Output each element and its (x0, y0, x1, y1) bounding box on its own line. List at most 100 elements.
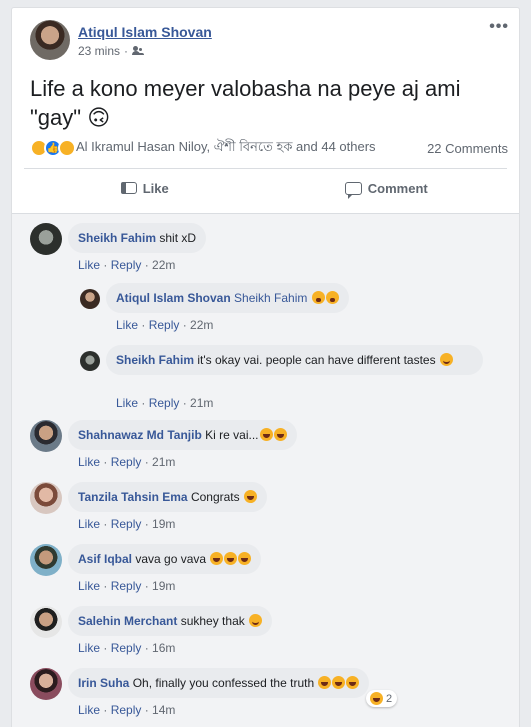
comment-bubble: Sheikh Fahim shit xD (68, 223, 207, 253)
thumbs-up-icon (120, 182, 137, 194)
like-button-label: Like (142, 180, 169, 196)
rofl-emoji-icon (238, 552, 252, 565)
replier-avatar[interactable] (80, 351, 100, 371)
comment-like-link[interactable]: Like (78, 579, 100, 593)
rofl-emoji-icon (224, 552, 238, 565)
comment-button[interactable]: Comment (266, 169, 508, 207)
comments-count-link[interactable]: 22 Comments (427, 141, 508, 156)
laughing-emoji-icon (332, 676, 346, 689)
comment-actions: Like · Reply · 19m (78, 579, 176, 593)
comment-like-link[interactable]: Like (78, 703, 100, 717)
comment-bubble: Sheikh Fahim it's okay vai. people can h… (106, 345, 483, 375)
comments-section: Sheikh Fahim shit xD Like · Reply · 22m … (12, 213, 519, 727)
comment-reply-link[interactable]: Reply (149, 396, 180, 410)
post-options-button[interactable]: ••• (489, 18, 509, 36)
comment-reply-link[interactable]: Reply (111, 258, 142, 272)
commenter-name[interactable]: Tanzila Tahsin Ema (78, 490, 188, 504)
comment-text: Ki re vai... (205, 428, 259, 442)
comment-like-link[interactable]: Like (78, 258, 100, 272)
commenter-avatar[interactable] (30, 668, 62, 700)
comment-bubble: Asif Iqbal vava go vava (68, 544, 262, 574)
commenter-name[interactable]: Asif Iqbal (78, 552, 132, 566)
comment-actions: Like · Reply · 19m (78, 517, 176, 531)
comment-like-link[interactable]: Like (116, 396, 138, 410)
laughing-emoji-icon (318, 676, 332, 689)
comment-bubble: Tanzila Tahsin Ema Congrats (68, 482, 267, 512)
reactions-summary[interactable]: 👍 Al Ikramul Hasan Niloy, ঐশী বিনতে হক a… (30, 138, 508, 158)
commenter-avatar[interactable] (30, 544, 62, 576)
commenter-name[interactable]: Sheikh Fahim (116, 353, 194, 367)
commenter-name[interactable]: Salehin Merchant (78, 614, 177, 628)
comment-time[interactable]: 21m (190, 396, 213, 410)
comment-time[interactable]: 21m (152, 455, 175, 469)
comment-actions: Like · Reply · 16m (78, 641, 176, 655)
comment-actions: Like · Reply · 14m (78, 703, 176, 717)
comment-reply-link[interactable]: Reply (111, 641, 142, 655)
replier-avatar[interactable] (80, 289, 100, 309)
comment-reaction-badge[interactable]: 2 (366, 690, 398, 707)
comment-actions: Like · Reply · 21m (116, 396, 214, 410)
post-card: Atiqul Islam Shovan 23 mins · ••• Life a… (11, 7, 520, 727)
commenter-avatar[interactable] (30, 223, 62, 255)
crying-emoji-icon (325, 291, 339, 304)
laughing-emoji-icon (370, 692, 383, 705)
comment-actions: Like · Reply · 21m (78, 455, 176, 469)
meta-separator: · (124, 44, 129, 58)
comment-text: vava go vava (135, 552, 207, 566)
comment-text: it's okay vai. people can have different… (197, 353, 436, 367)
laughing-emoji-icon (346, 676, 360, 689)
comment-like-link[interactable]: Like (116, 318, 138, 332)
comment-like-link[interactable]: Like (78, 517, 100, 531)
commenter-name[interactable]: Atiqul Islam Shovan (116, 291, 231, 305)
post-time[interactable]: 23 mins (78, 44, 120, 58)
comment-reply-link[interactable]: Reply (111, 517, 142, 531)
comment-bubble: Shahnawaz Md Tanjib Ki re vai... (68, 420, 297, 450)
laughing-emoji-icon (259, 428, 273, 441)
comment-reply-link[interactable]: Reply (111, 703, 142, 717)
comment-reply-link[interactable]: Reply (111, 455, 142, 469)
like-button[interactable]: Like (24, 169, 266, 207)
commenter-avatar[interactable] (30, 420, 62, 452)
laughing-emoji-icon (273, 428, 287, 441)
comment-like-link[interactable]: Like (78, 641, 100, 655)
comment-text: Oh, finally you confessed the truth (132, 676, 315, 690)
comment-actions: Like · Reply · 22m (116, 318, 214, 332)
rofl-emoji-icon (210, 552, 224, 565)
commenter-name[interactable]: Sheikh Fahim (78, 231, 156, 245)
commenter-name[interactable]: Shahnawaz Md Tanjib (78, 428, 202, 442)
mention-link[interactable]: Sheikh Fahim (234, 291, 307, 305)
comment-actions: Like · Reply · 22m (78, 258, 176, 272)
friends-audience-icon[interactable] (132, 46, 144, 56)
comment-text: Congrats (190, 490, 240, 504)
commenter-avatar[interactable] (30, 606, 62, 638)
reaction-count: 2 (386, 692, 393, 705)
comment-reply-link[interactable]: Reply (111, 579, 142, 593)
comment-bubble: Atiqul Islam Shovan Sheikh Fahim (106, 283, 349, 313)
post-text: Life a kono meyer valobasha na peye aj a… (30, 76, 461, 130)
smiling-emoji-icon (249, 614, 263, 627)
comment-button-label: Comment (367, 180, 428, 196)
comment-time[interactable]: 19m (152, 517, 175, 531)
post-actions: Like Comment (24, 169, 507, 207)
reaction-icons: 👍 (30, 139, 76, 157)
comment-time[interactable]: 14m (152, 703, 175, 717)
commenter-name[interactable]: Irin Suha (78, 676, 129, 690)
post-meta: 23 mins · (78, 44, 144, 58)
comment-reply-link[interactable]: Reply (149, 318, 180, 332)
rofl-emoji-icon (243, 490, 257, 503)
post-author[interactable]: Atiqul Islam Shovan (78, 24, 212, 40)
commenter-avatar[interactable] (30, 482, 62, 514)
comment-like-link[interactable]: Like (78, 455, 100, 469)
reactors-text[interactable]: Al Ikramul Hasan Niloy, ঐশী বিনতে হক and… (76, 138, 376, 159)
comment-bubble: Irin Suha Oh, finally you confessed the … (68, 668, 370, 698)
sad-reaction-icon (58, 139, 76, 157)
comment-text: shit xD (159, 231, 197, 245)
comment-time[interactable]: 22m (152, 258, 175, 272)
comment-time[interactable]: 22m (190, 318, 213, 332)
author-avatar[interactable] (30, 20, 70, 60)
crying-emoji-icon (311, 291, 325, 304)
comment-bubble: Salehin Merchant sukhey thak (68, 606, 273, 636)
comment-text: sukhey thak (180, 614, 245, 628)
comment-time[interactable]: 16m (152, 641, 175, 655)
comment-time[interactable]: 19m (152, 579, 175, 593)
